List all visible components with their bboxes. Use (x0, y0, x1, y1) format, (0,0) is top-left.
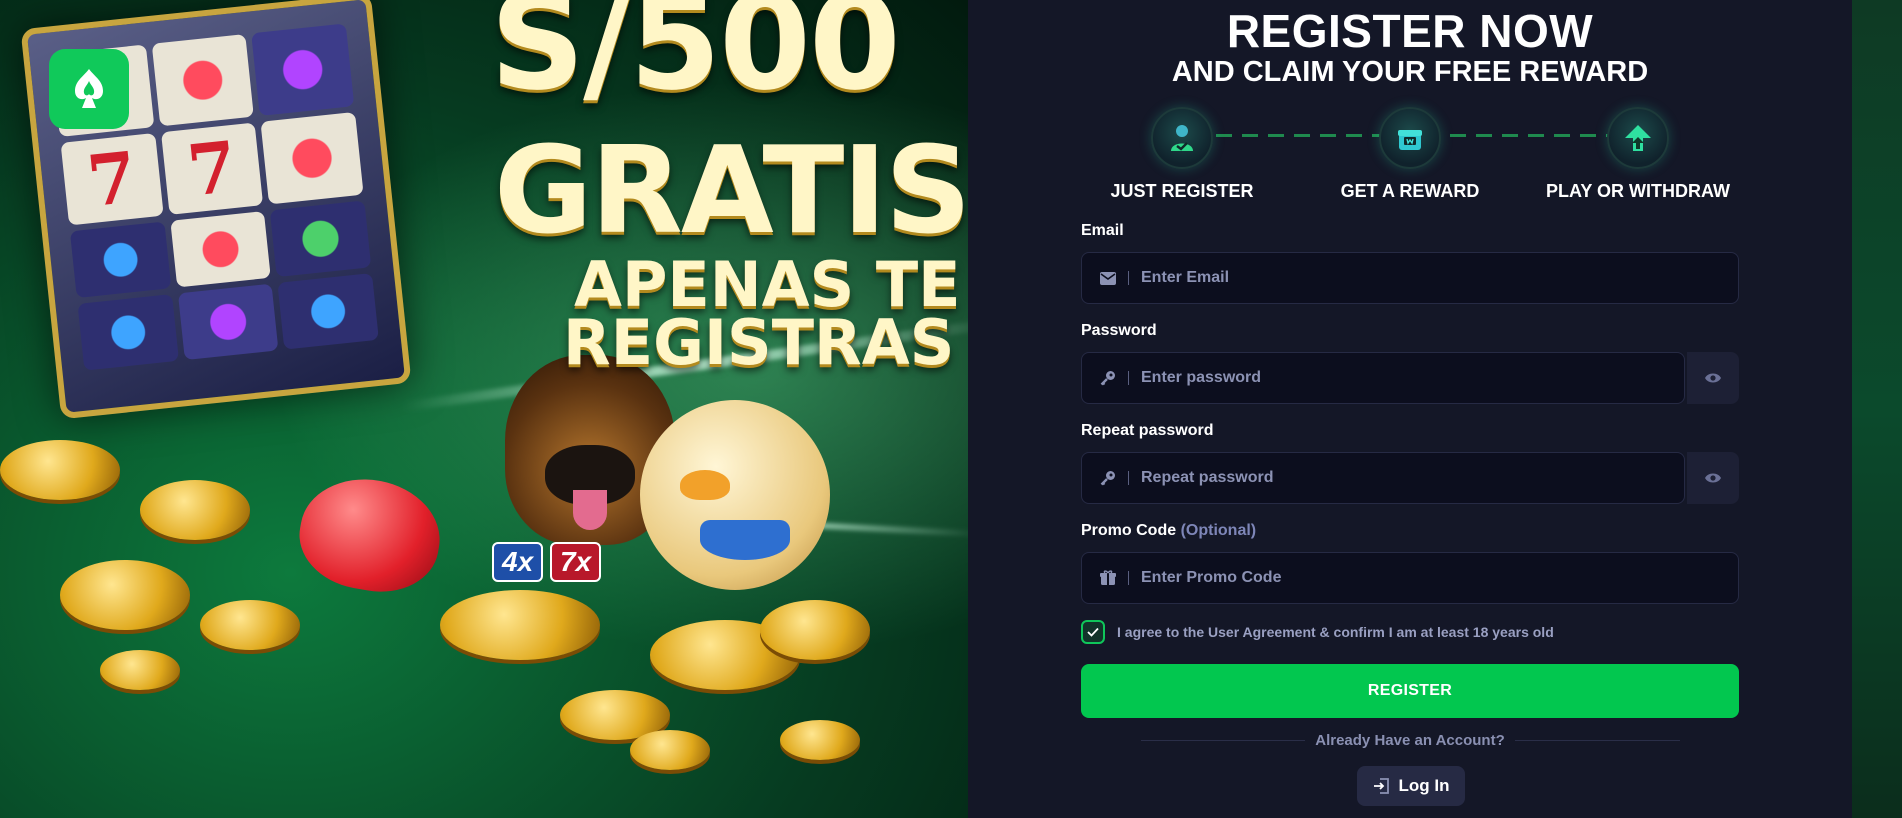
promo-free-text: GRATIS (494, 122, 968, 261)
checkmark-icon (1087, 627, 1099, 637)
coin-stack (760, 600, 870, 660)
log-in-button[interactable]: Log In (1357, 766, 1465, 806)
reel-symbol (151, 33, 255, 127)
password-field-wrapper (1081, 352, 1685, 404)
step-label: JUST REGISTER (1110, 181, 1254, 201)
repeat-password-input[interactable] (1139, 468, 1684, 488)
promo-code-field-wrapper (1081, 552, 1739, 604)
key-icon (1100, 370, 1116, 386)
page-subtitle: AND CLAIM YOUR FREE REWARD (1171, 56, 1649, 88)
coin-stack (140, 480, 250, 540)
password-label: Password (1081, 322, 1157, 339)
page-title: REGISTER NOW (1226, 5, 1594, 57)
eye-icon (1705, 473, 1721, 483)
reel-symbol (77, 294, 179, 371)
email-field-wrapper (1081, 252, 1739, 304)
step-get-reward: GET A REWARD (1310, 107, 1510, 202)
input-separator (1128, 371, 1129, 385)
input-separator (1128, 471, 1129, 485)
coin-stack (780, 720, 860, 760)
gift-icon (1100, 570, 1116, 586)
repeat-password-field-wrapper (1081, 452, 1685, 504)
coin-stack (630, 730, 710, 770)
step-label: PLAY OR WITHDRAW (1545, 181, 1730, 201)
arrow-up-icon (1607, 107, 1669, 169)
coin-stack (60, 560, 190, 630)
email-label: Email (1081, 222, 1124, 239)
toggle-repeat-password-visibility-button[interactable] (1687, 452, 1739, 504)
email-input[interactable] (1139, 268, 1738, 288)
heart-gem (291, 468, 449, 602)
promo-code-input[interactable] (1139, 568, 1738, 588)
eye-icon (1705, 373, 1721, 383)
promo-code-label-text: Promo Code (1081, 522, 1177, 539)
agreement-checkbox[interactable] (1081, 620, 1105, 644)
coin-stack (200, 600, 300, 650)
multiplier-badge: 7x (550, 542, 602, 582)
input-separator (1128, 571, 1129, 585)
reel-symbol (270, 200, 372, 278)
password-input[interactable] (1139, 368, 1684, 388)
agreement-row: I agree to the User Agreement & confirm … (1081, 620, 1554, 644)
promo-code-label: Promo Code (Optional) (1081, 522, 1256, 540)
reel-symbol: 7 (160, 122, 264, 215)
spade-flame-icon (75, 69, 103, 108)
multiplier-badge: 4x (492, 542, 544, 582)
reel-symbol (69, 221, 171, 299)
coin-stack (440, 590, 600, 660)
promo-banner: 7 7 7 4x 7x S/500 GRATIS APENAS TE (0, 0, 968, 818)
coin-stack (0, 440, 120, 500)
optional-hint: (Optional) (1180, 522, 1257, 539)
agreement-text: I agree to the User Agreement & confirm … (1117, 624, 1554, 640)
already-have-account-label: Already Have an Account? (1305, 732, 1515, 749)
decorative-edge (1852, 0, 1902, 818)
envelope-icon (1100, 270, 1116, 286)
gift-box-icon (1379, 107, 1441, 169)
repeat-password-label: Repeat password (1081, 422, 1214, 439)
step-play-withdraw: PLAY OR WITHDRAW (1538, 107, 1738, 202)
reel-symbol (169, 210, 272, 288)
toggle-password-visibility-button[interactable] (1687, 352, 1739, 404)
step-just-register: JUST REGISTER (1082, 107, 1282, 202)
log-in-label: Log In (1398, 776, 1450, 795)
promo-subtext: REGISTRAS (563, 306, 955, 379)
reel-symbol: 7 (60, 133, 164, 226)
input-separator (1128, 271, 1129, 285)
reel-symbol (260, 111, 364, 205)
chicken-mascot (640, 400, 830, 590)
brand-logo[interactable] (49, 49, 129, 129)
already-have-account-text: Already Have an Account? (1081, 732, 1739, 749)
reel-symbol (251, 23, 355, 116)
reel-symbol (277, 273, 379, 350)
key-icon (1100, 470, 1116, 486)
reel-symbol (177, 283, 279, 361)
reward-steps: JUST REGISTER GET A REWARD PLAY OR WITHD… (1080, 107, 1740, 203)
promo-amount: S/500 (490, 0, 901, 120)
coin-stack (100, 650, 180, 690)
register-button[interactable]: REGISTER (1081, 664, 1739, 718)
step-label: GET A REWARD (1340, 181, 1480, 201)
login-icon (1373, 777, 1391, 795)
user-check-icon (1151, 107, 1213, 169)
